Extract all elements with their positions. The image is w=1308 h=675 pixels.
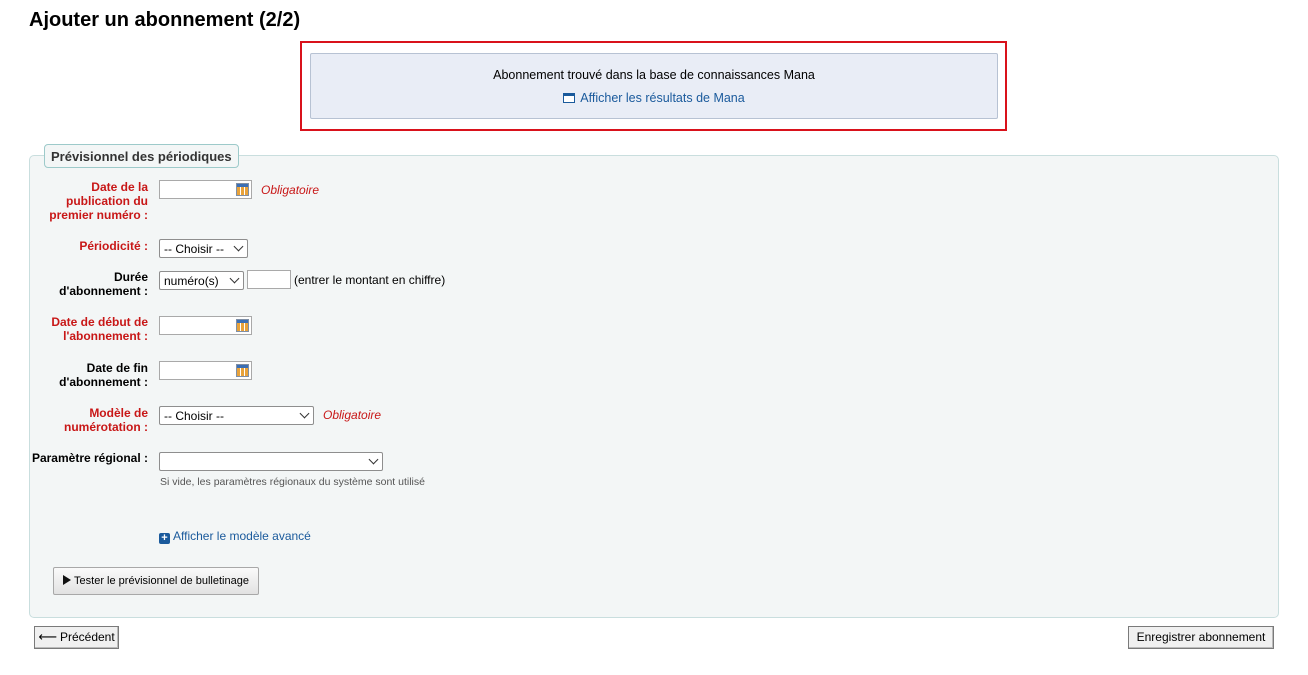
start-date-label: Date de début de l'abonnement : [51, 315, 148, 343]
mana-info-box: Abonnement trouvé dans la base de connai… [310, 53, 998, 119]
locale-help-text: Si vide, les paramètres régionaux du sys… [160, 476, 425, 488]
first-issue-date-input[interactable] [159, 180, 252, 199]
numbering-required-hint: Obligatoire [323, 408, 382, 422]
numbering-pattern-selected: -- Choisir -- [164, 409, 224, 423]
chevron-down-icon [368, 454, 379, 465]
calendar-icon[interactable] [236, 319, 249, 332]
duration-hint: (entrer le montant en chiffre) [294, 273, 446, 287]
arrow-left-icon: ⟵ [38, 629, 57, 644]
end-date-label: Date de fin d'abonnement : [59, 361, 148, 389]
mana-results-link-label: Afficher les résultats de Mana [580, 91, 745, 105]
locale-select[interactable] [159, 452, 383, 471]
mana-results-link[interactable]: Afficher les résultats de Mana [563, 91, 745, 105]
page-title: Ajouter un abonnement (2/2) [29, 9, 301, 31]
chevron-down-icon [233, 241, 244, 252]
duration-number-input[interactable] [247, 270, 291, 289]
save-subscription-button[interactable]: Enregistrer abonnement [1128, 626, 1274, 649]
chevron-down-icon [229, 273, 240, 284]
plus-icon: + [159, 533, 170, 544]
test-prediction-label: Tester le prévisionnel de bulletinage [74, 575, 249, 587]
chevron-down-icon [299, 408, 310, 419]
numbering-pattern-select[interactable]: -- Choisir -- [159, 406, 314, 425]
locale-label: Paramètre régional : [31, 451, 148, 465]
end-date-input[interactable] [159, 361, 252, 380]
window-icon [563, 93, 576, 103]
first-issue-date-label: Date de la publication du premier numéro… [49, 180, 148, 222]
previous-button-label: Précédent [59, 630, 115, 644]
mana-message: Abonnement trouvé dans la base de connai… [493, 68, 815, 82]
frequency-selected: -- Choisir -- [164, 242, 224, 256]
frequency-select[interactable]: -- Choisir -- [159, 239, 248, 258]
serials-planning-fieldset: Prévisionnel des périodiques Date de la … [29, 144, 1279, 618]
mana-highlight-frame: Abonnement trouvé dans la base de connai… [300, 41, 1007, 131]
duration-unit-selected: numéro(s) [164, 274, 219, 288]
test-prediction-button[interactable]: Tester le prévisionnel de bulletinage [53, 567, 259, 595]
calendar-icon[interactable] [236, 183, 249, 196]
show-advanced-pattern-label: Afficher le modèle avancé [173, 529, 311, 543]
play-icon [63, 575, 72, 585]
numbering-pattern-label: Modèle de numérotation : [64, 406, 148, 434]
duration-unit-select[interactable]: numéro(s) [159, 271, 244, 290]
fieldset-legend: Prévisionnel des périodiques [44, 144, 239, 168]
frequency-label: Périodicité : [79, 239, 148, 253]
duration-label: Durée d'abonnement : [59, 270, 148, 298]
start-date-input[interactable] [159, 316, 252, 335]
previous-button[interactable]: ⟵ Précédent [34, 626, 119, 649]
calendar-icon[interactable] [236, 364, 249, 377]
first-issue-required-hint: Obligatoire [261, 183, 320, 197]
show-advanced-pattern-link[interactable]: + Afficher le modèle avancé [159, 529, 311, 544]
